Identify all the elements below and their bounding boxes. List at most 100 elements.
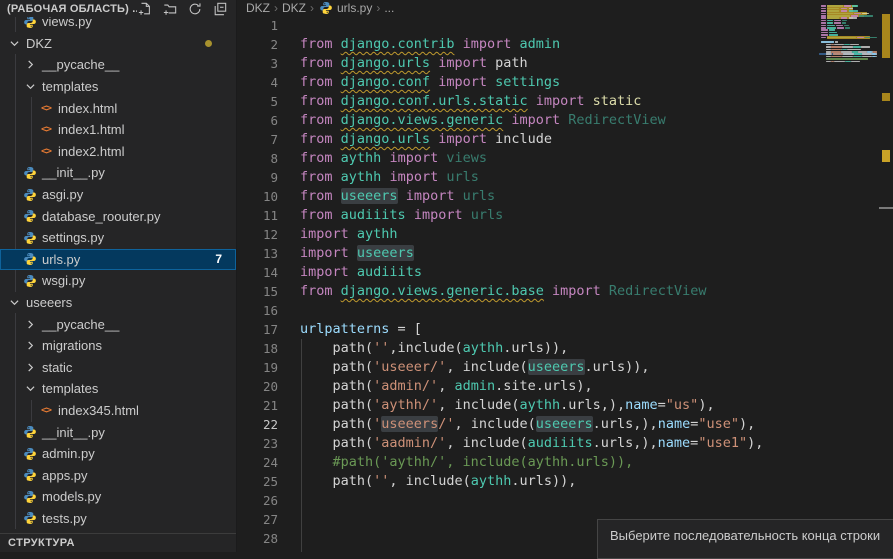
minimap-line [821, 13, 826, 15]
tree-item-label: models.py [42, 489, 101, 504]
breadcrumb-folder[interactable]: DKZ [246, 1, 270, 15]
tree-item-__init__.py[interactable]: __init__.py [0, 421, 236, 443]
html-file-icon: <> [38, 402, 54, 418]
tree-item-index1.html[interactable]: <>index1.html [0, 119, 236, 141]
chevron-right-icon: › [375, 1, 381, 15]
minimap-line [851, 61, 860, 63]
tree-item-apps.py[interactable]: apps.py [0, 464, 236, 486]
tree-item-urls.py[interactable]: urls.py7 [0, 249, 236, 271]
tree-item-label: __pycache__ [42, 317, 119, 332]
tree-item-migrations[interactable]: migrations [0, 335, 236, 357]
code-line-9[interactable]: from aythh import urls [300, 168, 763, 187]
line-number: 24 [238, 453, 278, 472]
tree-item-__init__.py[interactable]: __init__.py [0, 162, 236, 184]
html-file-icon: <> [38, 122, 54, 138]
code-line-12[interactable]: import aythh [300, 225, 763, 244]
line-number: 14 [238, 263, 278, 282]
python-file-icon [22, 489, 38, 505]
minimap-line [821, 8, 826, 10]
tree-item-templates[interactable]: templates [0, 378, 236, 400]
chevron-down-icon [6, 39, 22, 48]
tree-item-label: templates [42, 79, 98, 94]
code-line-24[interactable]: #path('aythh/', include(aythh.urls)), [300, 453, 763, 472]
new-file-icon[interactable] [137, 1, 153, 17]
minimap-line [844, 44, 850, 46]
tooltip-text: Выберите последовательность конца строки [610, 528, 880, 543]
breadcrumb-file[interactable]: urls.py [337, 1, 372, 15]
breadcrumb-symbol[interactable]: ... [384, 1, 394, 15]
minimap[interactable] [819, 0, 879, 552]
code-line-4[interactable]: from django.conf import settings [300, 73, 763, 92]
tree-item-__pycache__[interactable]: __pycache__ [0, 54, 236, 76]
minimap-line [834, 22, 841, 24]
line-number: 9 [238, 168, 278, 187]
code-line-25[interactable]: path('', include(aythh.urls)), [300, 472, 763, 491]
tree-item-asgi.py[interactable]: asgi.py [0, 184, 236, 206]
code-line-21[interactable]: path('aythh/', include(aythh.urls,),name… [300, 396, 763, 415]
code-line-13[interactable]: import useeers [300, 244, 763, 263]
minimap-line [850, 44, 859, 46]
code-line-1[interactable] [300, 16, 763, 35]
code-line-5[interactable]: from django.conf.urls.static import stat… [300, 92, 763, 111]
line-number: 15 [238, 282, 278, 301]
minimap-line [854, 53, 862, 55]
tree-item-admin.py[interactable]: admin.py [0, 443, 236, 465]
code-line-26[interactable] [300, 491, 763, 510]
explorer-section-header[interactable]: (РАБОЧАЯ ОБЛАСТЬ) ... [0, 0, 236, 17]
code-line-8[interactable]: from aythh import views [300, 149, 763, 168]
minimap-line [821, 29, 828, 31]
tree-item-__pycache__[interactable]: __pycache__ [0, 313, 236, 335]
code-line-17[interactable]: urlpatterns = [ [300, 320, 763, 339]
code-line-19[interactable]: path('useeer/', include(useeers.urls)), [300, 358, 763, 377]
python-file-icon [22, 273, 38, 289]
chevron-right-icon [22, 363, 38, 372]
line-number: 18 [238, 339, 278, 358]
line-number: 27 [238, 510, 278, 529]
code-line-14[interactable]: import audiiits [300, 263, 763, 282]
minimap-line [854, 13, 861, 15]
minimap-line [857, 37, 864, 39]
chevron-right-icon: › [309, 1, 315, 15]
outline-section-header[interactable]: СТРУКТУРА [0, 533, 236, 552]
minimap-line [821, 20, 826, 22]
code-line-20[interactable]: path('admin/', admin.site.urls), [300, 377, 763, 396]
code-area[interactable]: from django.contrib import adminfrom dja… [300, 16, 763, 548]
code-line-7[interactable]: from django.urls import include [300, 130, 763, 149]
tree-item-settings.py[interactable]: settings.py [0, 227, 236, 249]
tree-item-wsgi.py[interactable]: wsgi.py [0, 270, 236, 292]
line-number: 3 [238, 54, 278, 73]
tree-item-database_roouter.py[interactable]: database_roouter.py [0, 205, 236, 227]
breadcrumb-folder[interactable]: DKZ [282, 1, 306, 15]
python-file-icon [22, 187, 38, 203]
collapse-all-icon[interactable] [212, 1, 228, 17]
overview-ruler[interactable] [879, 0, 893, 552]
minimap-line [853, 56, 862, 58]
tree-item-DKZ[interactable]: DKZ [0, 33, 236, 55]
tree-item-index345.html[interactable]: <>index345.html [0, 400, 236, 422]
tree-item-tests.py[interactable]: tests.py [0, 508, 236, 530]
code-line-11[interactable]: from audiiits import urls [300, 206, 763, 225]
tree-item-models.py[interactable]: models.py [0, 486, 236, 508]
tree-item-useeers[interactable]: useeers [0, 292, 236, 314]
tree-item-label: useeers [26, 295, 72, 310]
chevron-down-icon [6, 298, 22, 307]
code-line-2[interactable]: from django.contrib import admin [300, 35, 763, 54]
code-line-18[interactable]: path('',include(aythh.urls)), [300, 339, 763, 358]
code-line-16[interactable] [300, 301, 763, 320]
problems-count-badge: 7 [215, 252, 222, 266]
minimap-line [862, 13, 869, 15]
new-folder-icon[interactable] [162, 1, 178, 17]
tree-item-index.html[interactable]: <>index.html [0, 97, 236, 119]
tree-item-static[interactable]: static [0, 357, 236, 379]
minimap-line [827, 22, 833, 24]
code-line-10[interactable]: from useeers import urls [300, 187, 763, 206]
code-line-15[interactable]: from django.views.generic.base import Re… [300, 282, 763, 301]
tree-item-index2.html[interactable]: <>index2.html [0, 141, 236, 163]
line-number: 12 [238, 225, 278, 244]
code-line-3[interactable]: from django.urls import path [300, 54, 763, 73]
code-line-6[interactable]: from django.views.generic import Redirec… [300, 111, 763, 130]
refresh-icon[interactable] [187, 1, 203, 17]
tree-item-templates[interactable]: templates [0, 76, 236, 98]
code-line-23[interactable]: path('aadmin/', include(audiiits.urls,),… [300, 434, 763, 453]
code-line-22[interactable]: path('useeers/', include(useeers.urls,),… [300, 415, 763, 434]
